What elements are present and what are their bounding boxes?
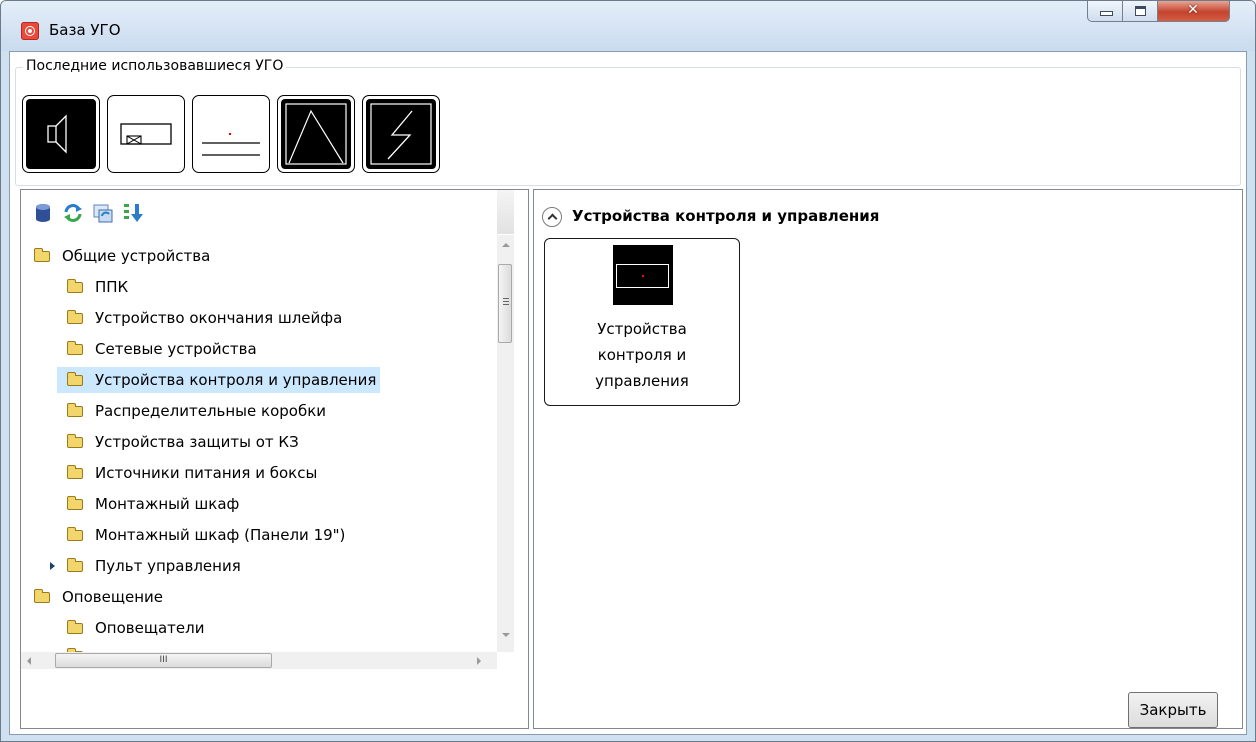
horizontal-scroll-thumb[interactable]: III xyxy=(55,653,272,668)
scroll-up-icon[interactable] xyxy=(502,243,510,247)
window-title: База УГО xyxy=(49,21,121,39)
close-button[interactable]: Закрыть xyxy=(1128,692,1218,728)
tree-node-partial xyxy=(67,643,95,652)
tree-node-notifiers[interactable]: Оповещатели xyxy=(67,615,204,641)
symbol-card-label-line: Устройства xyxy=(597,320,687,338)
refresh-icon[interactable] xyxy=(62,202,84,224)
tree-node-label: Распределительные коробки xyxy=(95,402,327,420)
close-window-button[interactable]: ✕ xyxy=(1158,1,1230,22)
close-icon: ✕ xyxy=(1187,2,1199,18)
folder-icon xyxy=(67,372,83,386)
uho-database-window: База УГО ✕ Последние использовавшиеся УГ… xyxy=(0,0,1256,742)
maximize-icon xyxy=(1135,6,1146,16)
folder-icon xyxy=(67,341,83,355)
recent-symbols-list xyxy=(22,95,447,173)
category-tree: Общие устройства ППК Устройство окончани… xyxy=(21,235,497,652)
vertical-scroll-thumb[interactable] xyxy=(498,264,512,343)
tree-node-label: Оповещатели xyxy=(95,619,205,637)
tree-node-label: Устройства защиты от КЗ xyxy=(95,433,299,451)
box-with-cross-symbol[interactable] xyxy=(107,95,185,173)
folder-icon xyxy=(67,434,83,448)
tree-node-label: Общие устройства xyxy=(62,247,211,265)
tree-node-label: Устройство окончания шлейфа xyxy=(95,309,343,327)
speaker-symbol[interactable] xyxy=(22,95,100,173)
folder-icon xyxy=(67,620,83,634)
folder-icon xyxy=(67,279,83,293)
minimize-button[interactable] xyxy=(1087,1,1123,22)
folder-icon xyxy=(67,496,83,510)
triangle-symbol[interactable] xyxy=(277,95,355,173)
folder-icon xyxy=(67,310,83,324)
collapse-chevron-icon[interactable] xyxy=(542,206,562,227)
expand-arrow-icon[interactable] xyxy=(50,562,55,570)
tree-toolbar xyxy=(21,190,528,234)
folder-icon xyxy=(67,465,83,479)
tree-node-label: Монтажный шкаф (Панели 19") xyxy=(95,526,346,544)
symbols-pane: Устройства контроля и управления Устройс… xyxy=(533,189,1243,729)
category-tree-pane: Общие устройства ППК Устройство окончани… xyxy=(20,189,529,729)
tree-node-ppk[interactable]: ППК xyxy=(67,274,128,300)
tree-node-loop-end-device[interactable]: Устройство окончания шлейфа xyxy=(67,305,342,331)
category-header: Устройства контроля и управления xyxy=(542,203,879,229)
symbol-card[interactable]: Устройства контроля и управления xyxy=(544,238,740,406)
tree-node-general-devices[interactable]: Общие устройства xyxy=(34,243,210,269)
tree-node-label: Сетевые устройства xyxy=(95,340,257,358)
tree-node-label: Монтажный шкаф xyxy=(95,495,240,513)
recent-symbols-label: Последние использовавшиеся УГО xyxy=(23,58,287,74)
symbol-card-label: Устройства контроля и управления xyxy=(545,316,739,394)
sort-icon[interactable] xyxy=(122,202,144,224)
category-header-title: Устройства контроля и управления xyxy=(572,207,880,225)
minimize-icon xyxy=(1101,12,1112,15)
tree-node-mounting-cabinet[interactable]: Монтажный шкаф xyxy=(67,491,239,517)
title-bar[interactable]: База УГО ✕ xyxy=(1,1,1255,51)
recent-symbols-group: Последние использовавшиеся УГО xyxy=(15,58,1241,186)
tree-node-junction-boxes[interactable]: Распределительные коробки xyxy=(67,398,326,424)
control-device-symbol-image xyxy=(613,245,673,305)
client-area: Последние использовавшиеся УГО Общие уст… xyxy=(9,51,1247,735)
window-controls: ✕ xyxy=(1087,1,1243,27)
tree-node-control-devices[interactable]: Устройства контроля и управления xyxy=(57,367,381,393)
folder-icon xyxy=(34,248,50,262)
toolbar-scroll-strip xyxy=(497,190,514,234)
database-icon[interactable] xyxy=(32,202,54,224)
tree-vertical-scrollbar[interactable] xyxy=(497,235,514,652)
grip-icon xyxy=(503,298,509,307)
scroll-right-icon[interactable] xyxy=(477,657,481,665)
tree-node-label: Источники питания и боксы xyxy=(95,464,318,482)
folder-icon xyxy=(67,558,83,572)
symbol-card-label-line: управления xyxy=(595,372,689,390)
scroll-down-icon[interactable] xyxy=(502,633,510,637)
maximize-button[interactable] xyxy=(1123,1,1158,22)
tree-node-mounting-cabinet-19[interactable]: Монтажный шкаф (Панели 19") xyxy=(67,522,345,548)
tree-node-label: Устройства контроля и управления xyxy=(95,371,377,389)
symbol-dot xyxy=(642,275,644,277)
tree-node-power-supplies[interactable]: Источники питания и боксы xyxy=(67,460,317,486)
tree-node-notification[interactable]: Оповещение xyxy=(34,584,163,610)
tree-node-network-devices[interactable]: Сетевые устройства xyxy=(67,336,257,362)
tree-node-label: ППК xyxy=(95,278,129,296)
folder-icon xyxy=(67,527,83,541)
symbol-card-label-line: контроля и xyxy=(597,346,687,364)
lightning-symbol[interactable] xyxy=(362,95,440,173)
scroll-left-icon[interactable] xyxy=(27,657,31,665)
tree-node-label: Пульт управления xyxy=(95,557,241,575)
tree-node-control-panel[interactable]: Пульт управления xyxy=(50,553,241,579)
folder-icon xyxy=(34,589,50,603)
folder-icon xyxy=(67,403,83,417)
tree-node-short-circuit-protection[interactable]: Устройства защиты от КЗ xyxy=(67,429,299,455)
app-icon xyxy=(21,22,39,40)
panel-with-dot-symbol[interactable] xyxy=(192,95,270,173)
tree-horizontal-scrollbar[interactable]: III xyxy=(21,652,497,669)
tree-node-label: Оповещение xyxy=(62,588,164,606)
sync-icon[interactable] xyxy=(92,202,114,224)
